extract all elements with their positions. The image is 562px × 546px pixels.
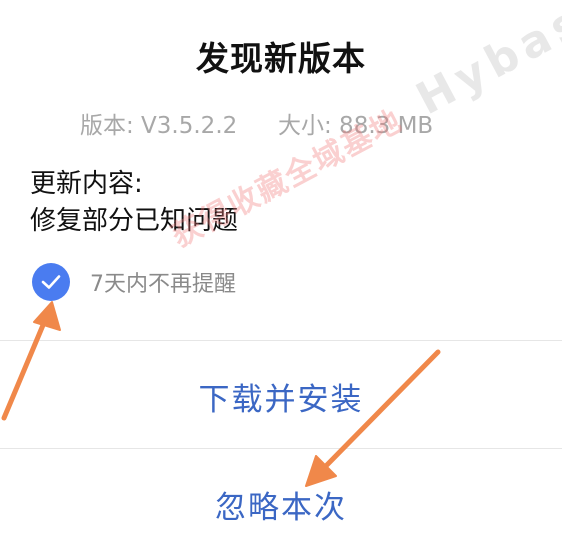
size-label: 大小: 88.3 MB bbox=[278, 113, 434, 139]
arrow-to-ignore-icon bbox=[305, 349, 441, 487]
divider-bottom bbox=[0, 448, 562, 449]
dialog-title: 发现新版本 bbox=[196, 39, 366, 78]
changelog-heading: 更新内容: bbox=[30, 169, 143, 199]
install-button[interactable]: 下载并安装 bbox=[0, 374, 562, 419]
changelog-body: 修复部分已知问题 bbox=[30, 206, 239, 236]
checkbox-checked-icon[interactable] bbox=[32, 263, 70, 301]
update-dialog: 发现新版本 版本: V3.5.2.2 大小: 88.3 MB 更新内容: 修复部… bbox=[0, 0, 562, 546]
remind-label: 7天内不再提醒 bbox=[90, 272, 236, 297]
divider-top bbox=[0, 340, 562, 341]
version-label: 版本: V3.5.2.2 bbox=[80, 113, 238, 139]
remind-checkbox-row[interactable]: 7天内不再提醒 bbox=[32, 262, 236, 302]
ignore-button[interactable]: 忽略本次 bbox=[0, 482, 562, 527]
